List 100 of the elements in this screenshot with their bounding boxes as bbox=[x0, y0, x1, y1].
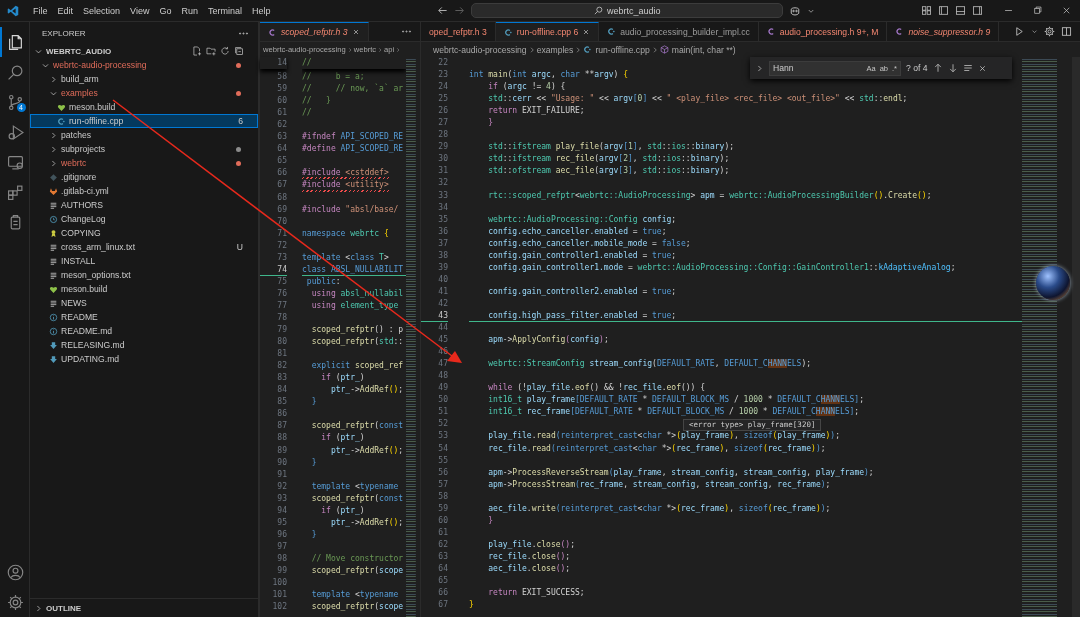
line-number: 84 bbox=[277, 384, 287, 397]
tree-item[interactable]: examples bbox=[30, 86, 258, 100]
refresh-icon[interactable] bbox=[220, 46, 230, 56]
restore-icon[interactable] bbox=[1032, 5, 1043, 16]
layout-icon[interactable] bbox=[921, 5, 932, 16]
command-center[interactable]: webrtc_audio bbox=[471, 3, 784, 18]
menu-item[interactable]: Help bbox=[246, 3, 276, 18]
menu-item[interactable]: View bbox=[125, 3, 155, 18]
close-icon[interactable] bbox=[977, 63, 987, 73]
tree-item[interactable]: UPDATING.md bbox=[30, 352, 258, 366]
problem-count: U bbox=[236, 242, 243, 252]
monitor-icon[interactable] bbox=[7, 153, 24, 171]
line-number: 41 bbox=[438, 285, 448, 298]
tab[interactable]: noise_suppressor.h 9 bbox=[887, 22, 1000, 41]
breadcrumb[interactable]: main(int, char **) bbox=[659, 44, 736, 55]
tree-item[interactable]: patches bbox=[30, 128, 258, 142]
files-icon[interactable] bbox=[7, 33, 24, 51]
code-line: scoped_refptr(scope bbox=[310, 564, 404, 577]
section-header[interactable]: OUTLINE bbox=[30, 598, 258, 617]
tree-item[interactable]: README.md bbox=[30, 324, 258, 338]
settings-icon[interactable] bbox=[7, 593, 24, 611]
robot-icon[interactable] bbox=[789, 4, 802, 17]
tree-item[interactable]: cross_arm_linux.txt U bbox=[30, 240, 258, 254]
new-folder-icon[interactable] bbox=[206, 46, 216, 56]
up-arrow-icon[interactable] bbox=[932, 63, 943, 73]
panel-toggle-icon[interactable] bbox=[955, 5, 966, 16]
expand-icon[interactable] bbox=[755, 63, 764, 73]
breadcrumb[interactable]: examples bbox=[536, 44, 574, 55]
line-number: 44 bbox=[438, 322, 448, 335]
new-file-icon[interactable] bbox=[192, 46, 202, 56]
tree-item[interactable]: .gitignore bbox=[30, 170, 258, 184]
search-icon[interactable] bbox=[7, 63, 24, 81]
menu-item[interactable]: File bbox=[28, 3, 53, 18]
line-number: 83 bbox=[277, 372, 287, 385]
line-number: 23 bbox=[438, 69, 448, 82]
tree-item[interactable]: README bbox=[30, 310, 258, 324]
line-number: 95 bbox=[277, 516, 287, 529]
settings-icon[interactable] bbox=[1044, 26, 1055, 37]
section-header[interactable]: WEBRTC_AUDIO bbox=[30, 44, 258, 58]
code-line: play_file.read(reinterpret_cast<char *>(play_frame), sizeof(play_frame)); bbox=[487, 430, 840, 443]
collapse-all-icon[interactable] bbox=[234, 46, 244, 56]
tree-item[interactable]: ChangeLog bbox=[30, 212, 258, 226]
tree-item[interactable]: webrtc bbox=[30, 156, 258, 170]
forward-arrow-icon[interactable] bbox=[454, 5, 466, 16]
line-number: 40 bbox=[438, 273, 448, 286]
tree-item[interactable]: NEWS bbox=[30, 296, 258, 310]
tab[interactable]: audio_processing.h 9+, M bbox=[758, 22, 888, 41]
menu-icon[interactable] bbox=[962, 63, 973, 73]
code-line: return EXIT_SUCCESS; bbox=[487, 587, 585, 600]
tree-item[interactable]: .gitlab-ci.yml bbox=[30, 184, 258, 198]
code-line: config.high_pass_filter.enabled = true; bbox=[487, 310, 677, 322]
menu-item[interactable]: Edit bbox=[52, 3, 79, 18]
code-line: rec_file.read(reinterpret_cast<char *>(rec_frame), sizeof(rec_frame)); bbox=[487, 442, 826, 455]
sidebar-toggle-icon[interactable] bbox=[938, 5, 949, 16]
source-control-icon[interactable] bbox=[7, 93, 24, 111]
tree-item[interactable]: meson_options.txt bbox=[30, 268, 258, 282]
menu-item[interactable]: Go bbox=[154, 3, 177, 18]
run-debug-icon[interactable] bbox=[7, 123, 24, 141]
line-number: 78 bbox=[277, 312, 287, 324]
line-number: 77 bbox=[277, 299, 287, 312]
tree-item[interactable]: meson.build bbox=[30, 100, 258, 114]
breadcrumb[interactable]: run-offline.cpp bbox=[583, 44, 650, 55]
close-icon[interactable] bbox=[351, 28, 360, 36]
extensions-icon[interactable] bbox=[7, 183, 24, 201]
code-line: apm->ApplyConfig(config); bbox=[487, 334, 609, 347]
tree-item[interactable]: webrtc-audio-processing bbox=[30, 58, 258, 72]
code-line: ptr_->AddRef(); bbox=[329, 384, 404, 397]
run-icon[interactable] bbox=[1014, 26, 1025, 37]
tree-item[interactable]: meson.build bbox=[30, 282, 258, 296]
tab[interactable]: scoped_refptr.h 3 bbox=[260, 22, 369, 41]
c-plus-icon bbox=[583, 45, 593, 54]
breadcrumb[interactable]: webrtc-audio-processing bbox=[433, 44, 527, 55]
tab[interactable]: run-offline.cpp 6 bbox=[495, 22, 600, 41]
tab[interactable]: audio_processing_builder_impl.cc bbox=[599, 22, 759, 41]
menu-item[interactable]: Selection bbox=[78, 3, 126, 18]
code-line: if (ptr_) bbox=[320, 432, 365, 445]
line-number: 76 bbox=[277, 287, 287, 300]
tree-item[interactable]: run-offline.cpp 6 bbox=[30, 114, 258, 128]
caret-icon[interactable] bbox=[1031, 28, 1038, 35]
menu-item[interactable]: Terminal bbox=[202, 3, 247, 18]
close-icon[interactable] bbox=[582, 28, 591, 36]
back-arrow-icon[interactable] bbox=[437, 5, 449, 16]
down-arrow-icon[interactable] bbox=[947, 63, 958, 73]
tree-item[interactable]: build_arm bbox=[30, 72, 258, 86]
tree-item[interactable]: COPYING bbox=[30, 226, 258, 240]
account-icon[interactable] bbox=[7, 563, 24, 581]
scrollbar[interactable] bbox=[1072, 57, 1080, 617]
tab[interactable]: oped_refptr.h 3 bbox=[421, 22, 496, 41]
line-number: 61 bbox=[438, 526, 448, 539]
tree-item[interactable]: INSTALL bbox=[30, 254, 258, 268]
line-number: 37 bbox=[438, 237, 448, 250]
tree-item[interactable]: AUTHORS bbox=[30, 198, 258, 212]
split-editor-icon[interactable] bbox=[1061, 26, 1072, 37]
line-number: 31 bbox=[438, 165, 448, 178]
tree-item[interactable]: RELEASING.md bbox=[30, 338, 258, 352]
menu-item[interactable]: Run bbox=[176, 3, 203, 18]
secondary-sidebar-icon[interactable] bbox=[972, 5, 983, 16]
code-line: scoped_refptr(scope bbox=[310, 601, 404, 614]
tree-item[interactable]: subprojects bbox=[30, 142, 258, 156]
close-icon[interactable] bbox=[1061, 5, 1072, 16]
